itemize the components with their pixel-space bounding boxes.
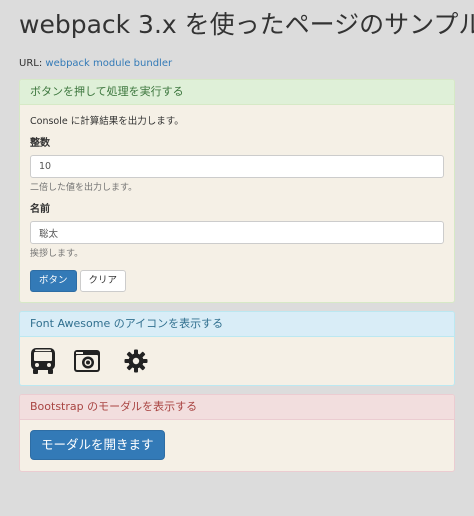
panel-modal: Bootstrap のモーダルを表示する モーダルを開きます <box>19 394 455 472</box>
url-link[interactable]: webpack module bundler <box>45 58 172 69</box>
open-modal-button[interactable]: モーダルを開きます <box>30 430 165 460</box>
bus-icon <box>30 347 56 375</box>
clear-button[interactable]: クリア <box>79 270 127 292</box>
panel-modal-body: モーダルを開きます <box>20 420 454 471</box>
camera-icon <box>73 349 101 373</box>
integer-input[interactable] <box>30 155 444 178</box>
panel-process-description: Console に計算結果を出力します。 <box>30 116 184 127</box>
integer-help-text: 二倍した値を出力します。 <box>30 183 138 193</box>
panel-modal-heading: Bootstrap のモーダルを表示する <box>20 395 454 420</box>
panel-process-body: Console に計算結果を出力します。 整数 二倍した値を出力します。 名前 … <box>20 105 454 302</box>
name-help-text: 挨拶します。 <box>30 249 84 259</box>
url-row: URL: webpack module bundler <box>19 57 455 71</box>
icon-row <box>20 337 454 385</box>
button-row: ボタン クリア <box>30 270 444 292</box>
gear-icon <box>124 349 148 373</box>
execute-button[interactable]: ボタン <box>30 270 77 292</box>
panel-process-heading: ボタンを押して処理を実行する <box>20 80 454 105</box>
panel-icons: Font Awesome のアイコンを表示する <box>19 311 455 386</box>
name-input[interactable] <box>30 221 444 244</box>
page-container: webpack 3.x を使ったページのサンプル URL: webpack mo… <box>0 0 474 472</box>
integer-field-label: 整数 <box>30 138 50 149</box>
page-title: webpack 3.x を使ったページのサンプル <box>19 10 474 39</box>
url-label: URL: <box>19 58 43 69</box>
panel-icons-heading: Font Awesome のアイコンを表示する <box>20 312 454 337</box>
name-field-label: 名前 <box>30 204 50 215</box>
panel-process: ボタンを押して処理を実行する Console に計算結果を出力します。 整数 二… <box>19 79 455 303</box>
